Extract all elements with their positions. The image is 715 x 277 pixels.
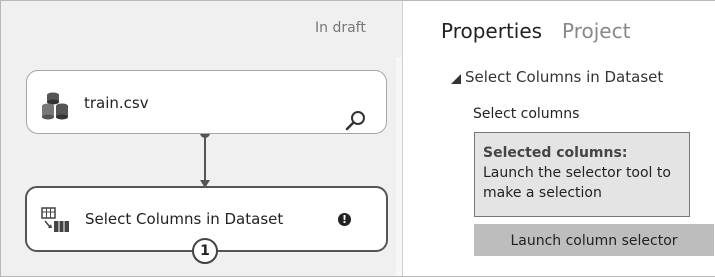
selected-columns-box: Selected columns: Launch the selector to… xyxy=(474,132,690,217)
select-columns-icon xyxy=(41,207,71,237)
dataset-icon xyxy=(40,89,72,125)
search-icon[interactable] xyxy=(345,109,367,131)
launch-column-selector-button[interactable]: Launch column selector xyxy=(474,224,714,256)
field-label: Select columns xyxy=(473,106,580,122)
module-label: train.csv xyxy=(84,94,149,112)
module-select-columns[interactable]: Select Columns in Dataset ! 1 xyxy=(25,186,388,264)
warning-icon: ! xyxy=(338,213,351,226)
experiment-canvas[interactable]: In draft train.csv Select Columns in Dat… xyxy=(1,1,414,276)
section-title: Select Columns in Dataset xyxy=(465,68,664,86)
selected-columns-text: Launch the selector tool to make a selec… xyxy=(483,165,671,201)
module-label: Select Columns in Dataset xyxy=(85,210,284,228)
selected-columns-heading: Selected columns: xyxy=(483,145,628,161)
step-badge: 1 xyxy=(192,238,218,264)
module-train-csv[interactable]: train.csv xyxy=(26,70,387,134)
triangle-down-icon[interactable] xyxy=(451,74,461,84)
tab-properties[interactable]: Properties xyxy=(441,19,542,43)
properties-pane: Properties Project Select Columns in Dat… xyxy=(402,1,715,276)
tab-project[interactable]: Project xyxy=(562,19,630,43)
